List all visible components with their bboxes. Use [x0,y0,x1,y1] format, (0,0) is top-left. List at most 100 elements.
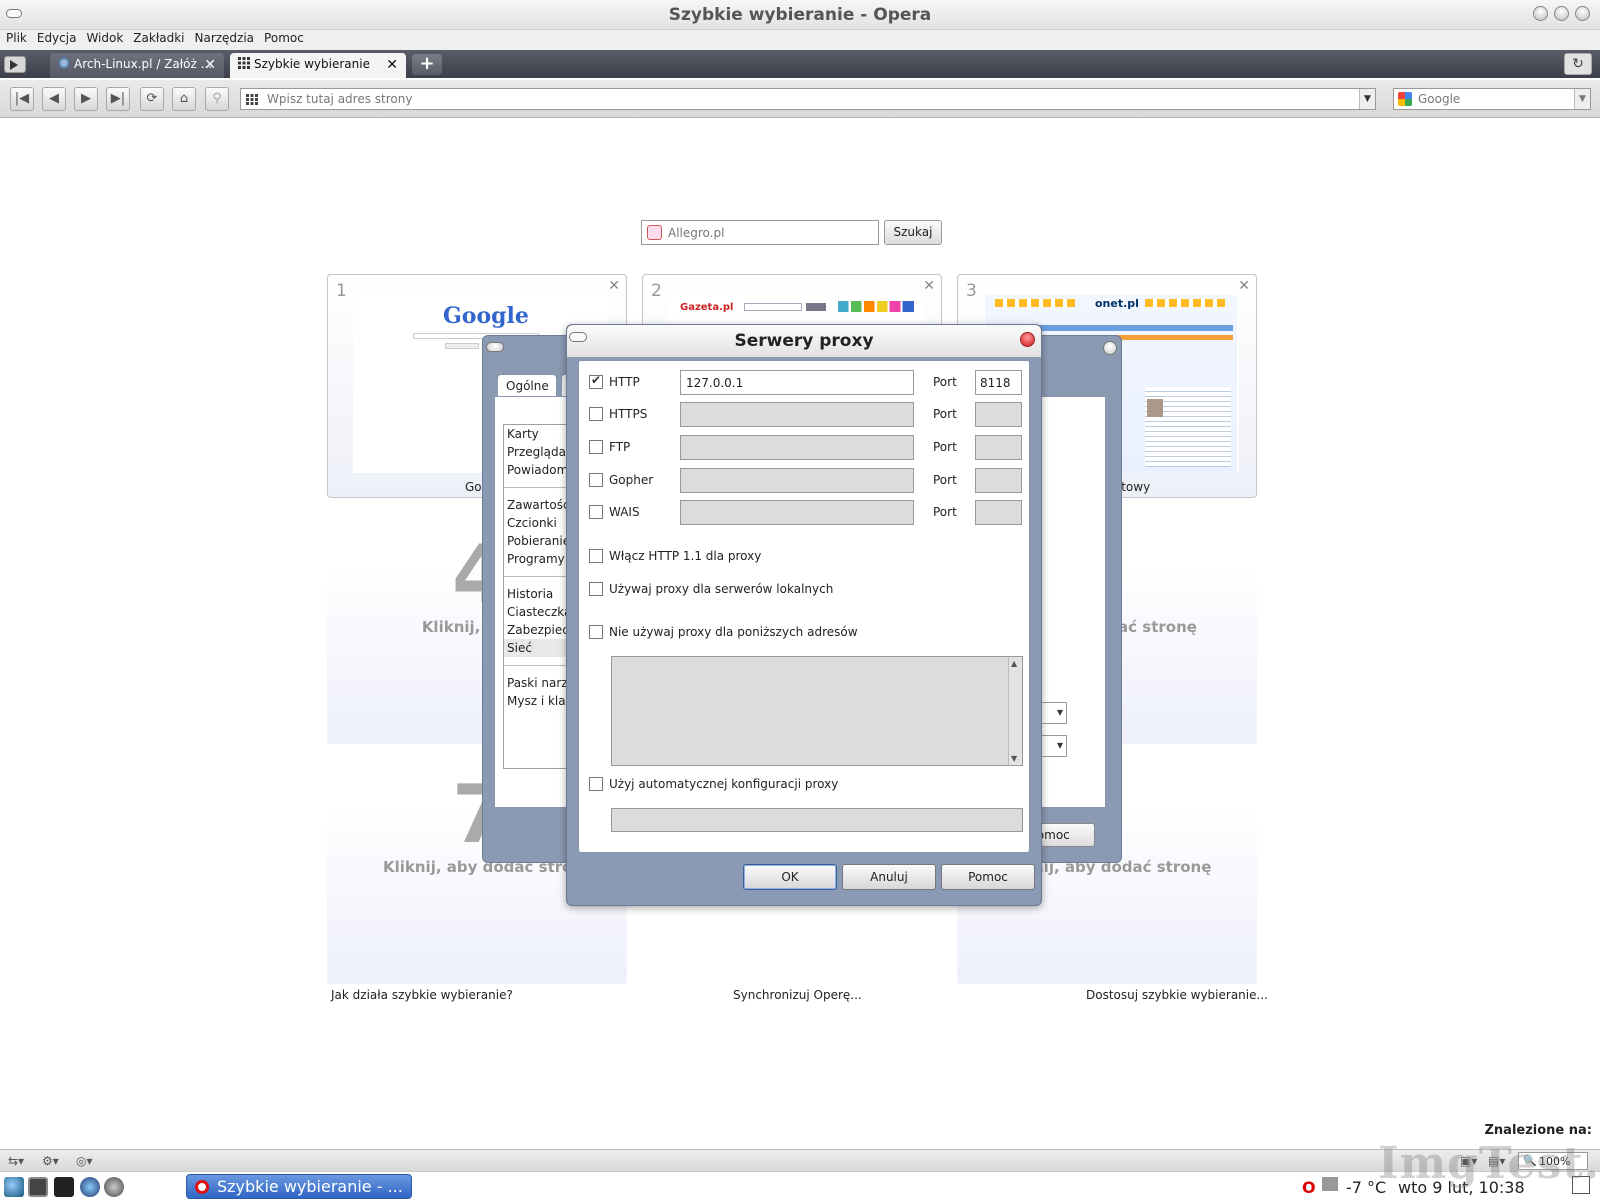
close-icon[interactable]: ✕ [923,278,935,294]
speed-dial-search-button[interactable]: Szukaj [884,220,942,245]
divider [504,576,568,577]
back-button[interactable]: ◀ [42,87,66,111]
port-label: Port [933,505,957,519]
panel-toggle-icon[interactable] [4,56,26,73]
close-icon[interactable]: ✕ [1238,278,1250,294]
cancel-button[interactable]: Anuluj [842,864,936,890]
auto-config-url-input[interactable] [611,808,1023,832]
port-label: Port [933,440,957,454]
auto-config-checkbox[interactable] [589,777,603,791]
watermark-logo: ImgTest.pl [1378,1138,1600,1189]
tab-arch-linux[interactable]: Arch-Linux.pl / Załóż ... ✕ [50,53,224,78]
scrollbar[interactable]: ▲ ▼ [1008,657,1022,765]
gopher-host-input[interactable] [680,468,914,493]
allegro-icon [647,225,662,240]
unite-icon[interactable]: ◎▾ [76,1154,93,1168]
forward-button[interactable]: ▶ [74,87,98,111]
closed-tabs-trash-icon[interactable]: ↻ [1564,53,1592,75]
help-button[interactable]: Pomoc [941,864,1035,890]
close-window-button[interactable] [1575,6,1590,21]
list-item[interactable]: Mysz i klaw [504,692,568,710]
list-item[interactable]: Zawartość [504,496,568,514]
new-tab-button[interactable]: + [412,54,442,75]
list-item[interactable]: Paski narz [504,674,568,692]
tab-bar: Arch-Linux.pl / Załóż ... ✕ Szybkie wybi… [0,50,1600,78]
window-menu-icon[interactable] [486,342,504,352]
address-field[interactable]: Wpisz tutaj adres strony ▼ [240,88,1376,110]
ftp-host-input[interactable] [680,435,914,460]
close-tab-icon[interactable]: ✕ [386,57,398,73]
network-icon[interactable]: ⚙▾ [42,1154,59,1168]
menubar: Plik Edycja Widok Zakładki Narzędzia Pom… [0,30,1600,50]
menu-narzedzia[interactable]: Narzędzia [194,30,260,50]
list-item[interactable]: Historia [504,585,568,603]
transfers-icon[interactable]: ⇆▾ [8,1154,24,1168]
arch-menu-icon[interactable] [4,1177,24,1197]
home-button[interactable]: ⌂ [172,87,196,111]
minimize-button[interactable] [1533,6,1548,21]
scroll-up-icon[interactable]: ▲ [1011,659,1017,668]
list-item[interactable]: Czcionki [504,514,568,532]
reload-button[interactable]: ⟳ [140,87,164,111]
rewind-button[interactable]: |◀ [10,87,34,111]
address-placeholder: Wpisz tutaj adres strony [267,92,413,106]
search-field[interactable]: Google ▼ [1393,88,1591,110]
menu-widok[interactable]: Widok [86,30,129,50]
how-speed-dial-works-link[interactable]: Jak działa szybkie wybieranie? [331,988,513,1002]
taskbar-window-opera[interactable]: Szybkie wybieranie - ... [186,1174,412,1199]
https-checkbox[interactable] [589,407,603,421]
http-host-input[interactable]: 127.0.0.1 [680,370,914,395]
http11-checkbox[interactable] [589,549,603,563]
fast-forward-button[interactable]: ▶| [106,87,130,111]
close-icon[interactable] [1020,332,1035,347]
opera-tray-icon[interactable]: O [1302,1178,1316,1197]
close-window-button[interactable] [1103,341,1117,355]
list-item[interactable]: Karty [504,425,568,443]
list-item[interactable]: Ciasteczka [504,603,568,621]
http-checkbox[interactable] [589,373,603,389]
ftp-port-input[interactable] [975,435,1022,460]
list-item[interactable]: Powiadom [504,461,568,479]
ftp-checkbox[interactable] [589,440,603,454]
tab-general[interactable]: Ogólne [497,374,557,398]
close-tab-icon[interactable]: ✕ [204,57,216,73]
wais-port-input[interactable] [975,500,1022,525]
gopher-port-input[interactable] [975,468,1022,493]
menu-zakladki[interactable]: Zakładki [133,30,190,50]
protocol-label: WAIS [609,505,640,519]
wais-host-input[interactable] [680,500,914,525]
local-proxy-checkbox[interactable] [589,582,603,596]
ok-button[interactable]: OK [743,864,837,890]
wand-button[interactable]: ⚲ [205,87,229,111]
sync-opera-link[interactable]: Synchronizuj Operę... [733,988,862,1002]
exclude-addresses-checkbox[interactable] [589,625,603,639]
volume-icon[interactable] [1322,1177,1338,1191]
close-icon[interactable]: ✕ [608,278,620,294]
list-item[interactable]: Programy [504,550,568,568]
list-item-selected[interactable]: Sieć [504,639,568,657]
scroll-down-icon[interactable]: ▼ [1011,754,1017,763]
list-item[interactable]: Pobieranie [504,532,568,550]
menu-edycja[interactable]: Edycja [37,30,83,50]
excluded-addresses-textarea[interactable]: ▲ ▼ [611,656,1023,766]
tab-speed-dial[interactable]: Szybkie wybieranie ✕ [230,53,406,78]
maximize-button[interactable] [1554,6,1569,21]
menu-plik[interactable]: Plik [6,30,33,50]
chevron-down-icon[interactable]: ▼ [1359,89,1375,109]
https-port-input[interactable] [975,402,1022,427]
settings-icon[interactable] [104,1177,124,1197]
list-item[interactable]: Przeglądan [504,443,568,461]
desktop-icon[interactable] [28,1177,48,1197]
speed-dial-search-placeholder: Allegro.pl [668,226,725,240]
gopher-checkbox[interactable] [589,473,603,487]
wais-checkbox[interactable] [589,505,603,519]
http-port-input[interactable]: 8118 [975,370,1022,395]
https-host-input[interactable] [680,402,914,427]
menu-pomoc[interactable]: Pomoc [264,30,310,50]
speed-dial-search-input[interactable]: Allegro.pl [641,220,879,245]
customize-speed-dial-link[interactable]: Dostosuj szybkie wybieranie... [1086,988,1268,1002]
browser-icon[interactable] [80,1177,100,1197]
chevron-down-icon[interactable]: ▼ [1574,89,1590,109]
list-item[interactable]: Zabezpiecz [504,621,568,639]
terminal-icon[interactable] [54,1177,74,1197]
